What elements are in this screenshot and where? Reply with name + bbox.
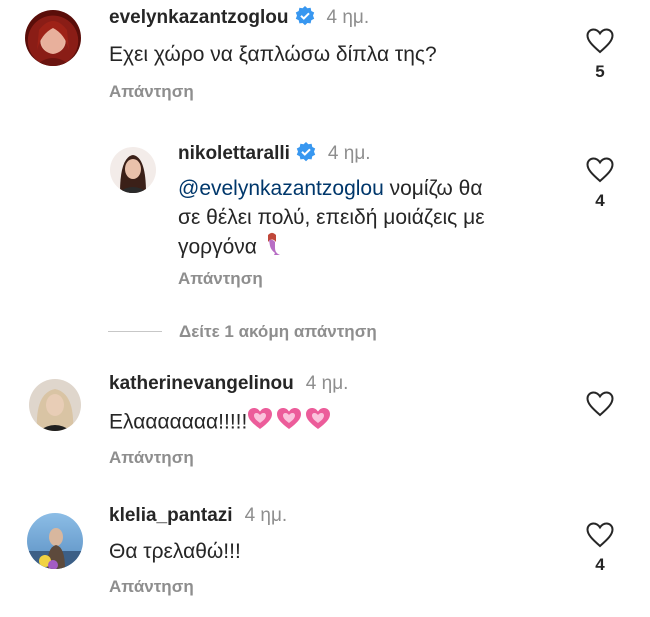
heart-icon[interactable]: [586, 391, 614, 417]
username-text[interactable]: nikolettaralli: [178, 143, 290, 164]
username-text[interactable]: klelia_pantazi: [109, 505, 233, 526]
avatar[interactable]: [29, 379, 81, 431]
heart-icon[interactable]: [586, 28, 614, 54]
divider-line: [108, 331, 162, 332]
username[interactable]: nikolettaralli 4 ημ.: [178, 142, 371, 165]
reply-nikolettaralli: nikolettaralli 4 ημ. @evelynkazantzoglou …: [0, 130, 650, 300]
comment-katherinevangelinou: katherinevangelinou 4 ημ. Ελααααααα!!!!! …: [0, 370, 650, 480]
comment-text-body: Ελααααααα!!!!!: [109, 410, 248, 434]
comment-klelia_pantazi: klelia_pantazi 4 ημ. Θα τρελαθώ!!! Απάντη…: [0, 500, 650, 617]
mention-link[interactable]: @evelynkazantzoglou: [178, 177, 384, 200]
heart-icon[interactable]: [586, 157, 614, 183]
reply-button[interactable]: Απάντηση: [178, 269, 263, 289]
username-text[interactable]: evelynkazantzoglou: [109, 7, 289, 28]
like-count: 5: [595, 62, 605, 81]
verified-badge-icon: [295, 6, 315, 26]
username[interactable]: klelia_pantazi 4 ημ.: [109, 505, 287, 527]
comment-text: @evelynkazantzoglou νομίζω θα σε θέλει π…: [178, 174, 568, 264]
timestamp: 4 ημ.: [327, 143, 371, 164]
username-text[interactable]: katherinevangelinou: [109, 373, 294, 394]
username[interactable]: evelynkazantzoglou 4 ημ.: [109, 6, 369, 29]
avatar[interactable]: [110, 147, 156, 193]
timestamp: 4 ημ.: [305, 373, 349, 394]
timestamp: 4 ημ.: [244, 505, 288, 526]
like-count: 4: [595, 555, 605, 574]
timestamp: 4 ημ.: [326, 7, 370, 28]
avatar[interactable]: [25, 10, 81, 66]
mermaid-emoji-icon: [263, 232, 283, 264]
text-line-1: νομίζω θα: [383, 177, 483, 200]
text-line-3: γοργόνα: [178, 235, 263, 259]
avatar[interactable]: [27, 513, 83, 569]
verified-badge-icon: [296, 142, 316, 162]
view-more-replies-button[interactable]: Δείτε 1 ακόμη απάντηση: [179, 322, 377, 342]
reply-button[interactable]: Απάντηση: [109, 448, 194, 468]
comment-text: Ελααααααα!!!!!: [109, 406, 331, 440]
reply-button[interactable]: Απάντηση: [109, 577, 194, 597]
text-line-2: σε θέλει πολύ, επειδή μοιάζεις με: [178, 206, 485, 229]
reply-button[interactable]: Απάντηση: [109, 82, 194, 102]
username[interactable]: katherinevangelinou 4 ημ.: [109, 373, 348, 395]
comment-text: Θα τρελαθώ!!!: [109, 540, 241, 563]
pink-hearts-emoji-icon: [247, 406, 331, 440]
like-count: 4: [595, 191, 605, 210]
comment-evelynkazantzoglou: evelynkazantzoglou 4 ημ. Εχει χώρο να ξαπ…: [0, 0, 650, 110]
heart-icon[interactable]: [586, 522, 614, 548]
comment-text: Εχει χώρο να ξαπλώσω δίπλα της?: [109, 43, 437, 66]
